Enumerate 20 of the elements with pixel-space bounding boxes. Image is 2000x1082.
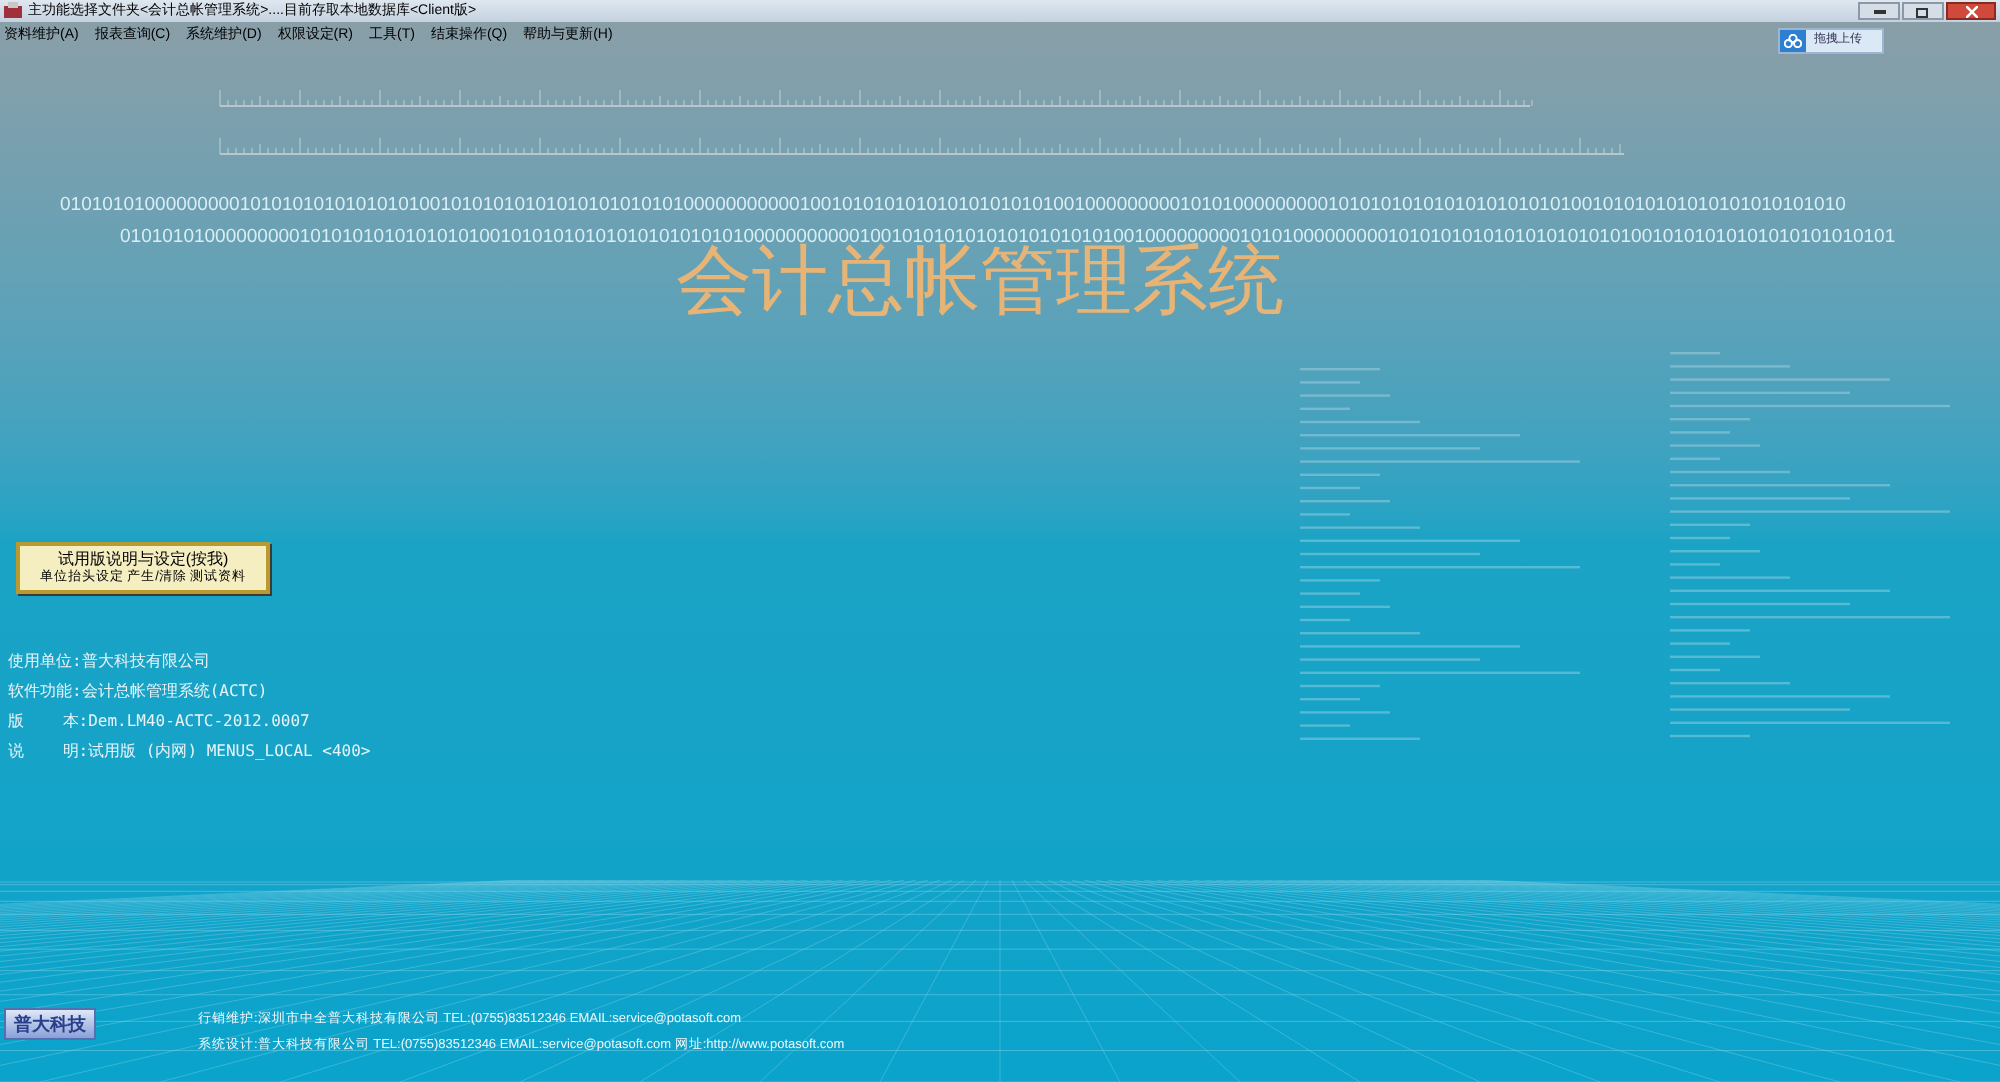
info-value: 普大科技有限公司 — [81, 650, 210, 672]
main-title: 会计总帐管理系统 — [676, 242, 1284, 318]
info-value: 会计总帐管理系统(ACTC) — [81, 680, 268, 702]
restore-icon — [1916, 5, 1930, 17]
info-label: 软件功能: — [8, 680, 82, 702]
binary-text: 010101010000000001010101010101010100101010101010101010101010000000000010010101010101010101010100100000000010101000000000101010101010101010101010010101010101010101010101 — [120, 227, 1896, 246]
info-value: 试用版 (内网) MENUS_LOCAL <400> — [88, 740, 371, 762]
maximize-button[interactable] — [1902, 2, 1944, 20]
binary-text: 0101010100000000010101010101010101001010101010101010101010100000000000100101010101010101010101001000000000101010000000001010101010101010101010100101010101010101010101010 — [60, 196, 1848, 215]
info-label: 说 明: — [8, 740, 89, 762]
info-label: 版 本: — [8, 710, 89, 732]
company-logo: 普大科技 — [4, 1008, 96, 1040]
info-value: Dem.LM40-ACTC-2012.0007 — [88, 710, 310, 732]
minimize-button[interactable] — [1858, 2, 1900, 20]
close-button[interactable] — [1946, 2, 1996, 20]
close-icon — [1965, 5, 1977, 17]
info-label: 使用单位: — [8, 650, 82, 672]
cloud-icon — [1780, 29, 1806, 51]
minimize-icon — [1873, 9, 1885, 13]
app-icon — [4, 2, 22, 20]
